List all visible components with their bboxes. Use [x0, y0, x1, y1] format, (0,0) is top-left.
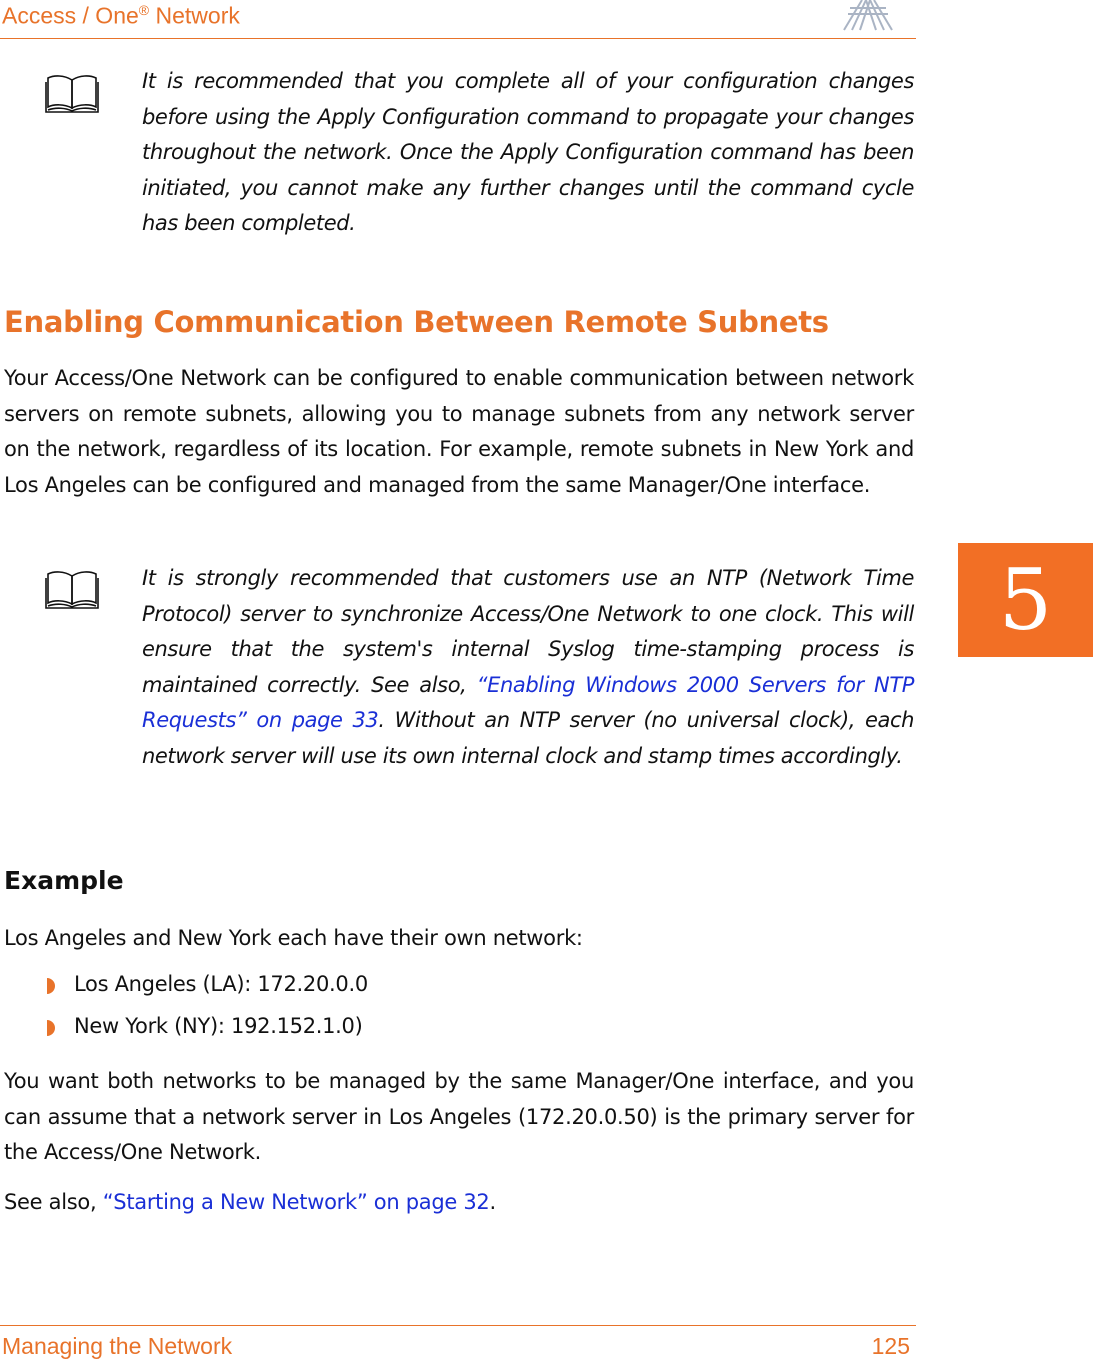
chapter-tab: 5 — [958, 543, 1093, 657]
bullet-text: New York (NY): 192.152.1.0) — [74, 1014, 363, 1038]
note-ntp: It is strongly recommended that customer… — [142, 561, 914, 774]
intro-paragraph: Your Access/One Network can be configure… — [4, 366, 914, 497]
header-title-text: Access / One — [2, 2, 139, 29]
bullet-icon — [47, 1020, 55, 1036]
see-also-prefix: See also, — [4, 1190, 103, 1214]
note-apply-configuration: It is recommended that you complete all … — [142, 69, 914, 235]
book-icon — [45, 571, 99, 609]
example-lead: Los Angeles and New York each have their… — [4, 926, 583, 950]
page-number: 125 — [871, 1333, 910, 1359]
section-heading: Enabling Communication Between Remote Su… — [4, 305, 829, 339]
header-rule — [0, 38, 916, 39]
starting-new-network-link[interactable]: “Starting a New Network” on page 32 — [103, 1190, 490, 1214]
footer-section-title: Managing the Network — [2, 1333, 233, 1359]
brand-logo-icon — [843, 0, 893, 31]
example-heading: Example — [4, 866, 124, 895]
registered-mark: ® — [138, 2, 150, 18]
bullet-icon — [47, 978, 55, 994]
running-header: Access / One® Network — [2, 2, 240, 30]
bullet-text: Los Angeles (LA): 172.20.0.0 — [74, 972, 368, 996]
see-also-line: See also, “Starting a New Network” on pa… — [4, 1185, 914, 1221]
see-also-suffix: . — [489, 1190, 496, 1214]
header-title-suffix: Network — [149, 2, 240, 29]
footer-rule — [0, 1325, 916, 1326]
book-icon — [45, 75, 99, 113]
example-paragraph: You want both networks to be managed by … — [4, 1069, 914, 1164]
